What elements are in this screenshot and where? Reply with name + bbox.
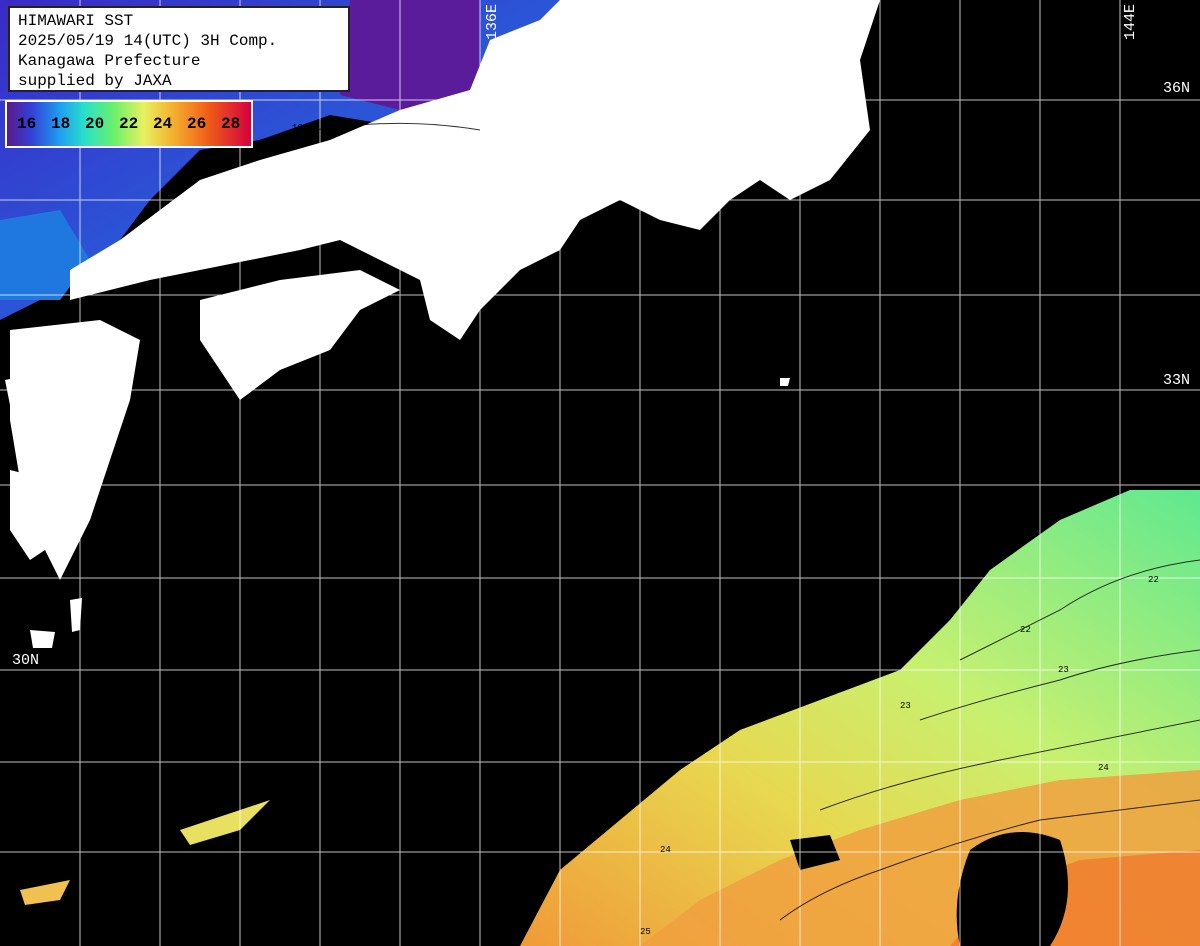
legend-tick: 16 [17,115,37,133]
contour-label: 24 [1098,763,1109,773]
contour-label: 22 [1148,575,1159,585]
contour-label: 24 [660,845,671,855]
product-title: HIMAWARI SST [18,12,134,30]
color-scale-legend: 16 18 20 22 24 26 28 [5,100,253,148]
west-flecks-2 [20,880,70,905]
region: Kanagawa Prefecture [18,52,201,70]
west-flecks [180,800,270,845]
contour-label: 25 [640,927,651,937]
lat-label-36n: 36N [1163,80,1191,97]
info-box: HIMAWARI SST 2025/05/19 14(UTC) 3H Comp. K… [8,6,350,92]
contour-label: 23 [1058,665,1069,675]
supplier: supplied by JAXA [18,72,172,90]
contour-label: 22 [1020,625,1031,635]
contour-label: 23 [900,701,911,711]
lat-label-30n: 30N [12,652,40,669]
shikoku [200,270,400,400]
legend-tick: 18 [51,115,71,133]
lat-label-33n: 33N [1163,372,1191,389]
legend-tick: 22 [119,115,139,133]
timestamp: 2025/05/19 14(UTC) 3H Comp. [18,32,278,50]
legend-tick: 24 [153,115,173,133]
cloud-gap-1 [956,832,1068,946]
lon-label-144e: 144E [1122,4,1139,41]
lon-label-136e: 136E [484,4,501,41]
contour-label: 16 [292,123,303,133]
legend-tick: 28 [221,115,241,133]
island-1 [30,630,55,648]
legend-tick: 20 [85,115,105,133]
izu-island [780,378,790,386]
legend-tick: 26 [187,115,207,133]
